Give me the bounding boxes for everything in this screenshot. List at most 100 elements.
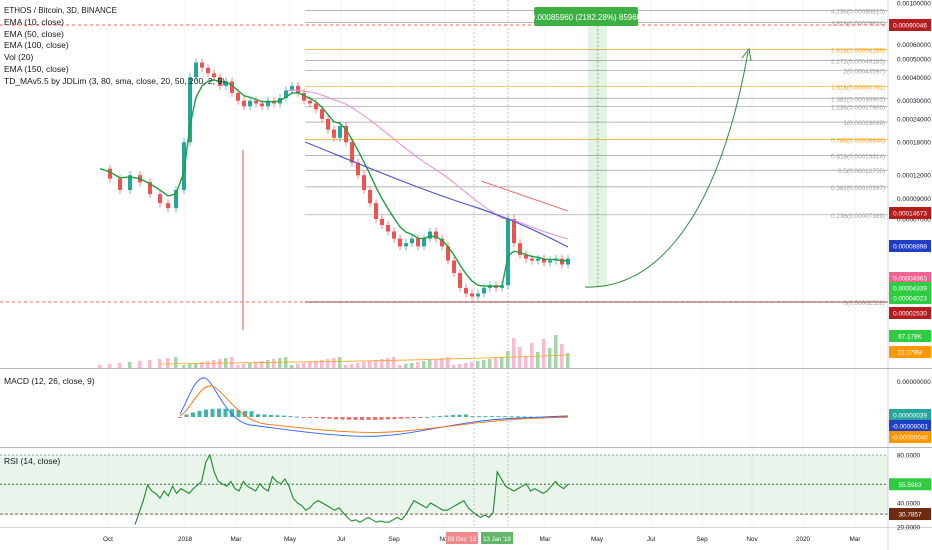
volume-bar	[458, 364, 462, 368]
time-tick-label: 2018	[178, 536, 193, 543]
macd-histogram-bar	[405, 417, 410, 419]
volume-bar	[278, 358, 282, 368]
price-candle	[392, 231, 396, 239]
indicator-vol[interactable]: Vol (20)	[4, 52, 225, 64]
rsi-title[interactable]: RSI (14, close)	[4, 456, 60, 466]
price-tick-label: 0.00009000	[897, 196, 931, 203]
price-tick-label: 0.00030000	[897, 98, 931, 105]
price-candle	[108, 168, 112, 179]
macd-histogram-bar	[191, 412, 195, 417]
symbol-title[interactable]: ETHOS / Bitcoin, 3D, BINANCE	[4, 5, 225, 17]
macd-histogram-bar	[334, 417, 338, 420]
macd-histogram-bar	[308, 417, 312, 418]
measure-label-text: 0.00085960 (2182.28%) 85960	[531, 13, 642, 22]
indicator-ema10[interactable]: EMA (10, close)	[4, 17, 225, 29]
volume-bar	[148, 360, 152, 368]
volume-bar	[416, 362, 420, 368]
price-axis-badge: 0.00004963	[893, 276, 927, 283]
macd-histogram-bar	[301, 417, 306, 418]
volume-bar	[108, 364, 112, 368]
price-candle	[530, 258, 534, 261]
volume-bar	[174, 357, 178, 368]
volume-bar	[518, 347, 522, 368]
macd-histogram-bar	[490, 416, 494, 418]
macd-histogram-bar	[379, 417, 384, 420]
macd-title[interactable]: MACD (12, 26, close, 9)	[4, 376, 95, 386]
time-tick-label: 2020	[796, 536, 811, 543]
time-tick-label: Mar	[849, 536, 861, 543]
macd-histogram-bar	[483, 416, 488, 418]
indicator-ema100[interactable]: EMA (100, close)	[4, 40, 225, 52]
price-candle	[458, 273, 462, 288]
macd-histogram-bar	[503, 416, 507, 418]
price-axis-badge: 0.00090046	[893, 23, 927, 30]
macd-histogram-bar	[444, 415, 449, 417]
fib-level-label: 0.382(0.00010397)	[831, 185, 885, 192]
macd-histogram-bar	[178, 417, 182, 418]
price-candle	[158, 194, 162, 204]
price-candle	[422, 238, 426, 247]
macd-axis-badge: -0.00000001	[892, 424, 928, 431]
macd-histogram-bar	[418, 417, 423, 418]
volume-bar	[356, 363, 360, 368]
price-tick-label: 0.00024000	[897, 116, 931, 123]
macd-histogram-bar	[295, 416, 299, 418]
macd-histogram-bar	[392, 417, 397, 420]
macd-histogram-bar	[314, 417, 319, 419]
volume-bar	[536, 352, 540, 368]
volume-bar	[182, 365, 186, 368]
indicator-td-ma[interactable]: TD_MAv5.5 by JDLim (3, 80, sma, close, 2…	[4, 76, 225, 88]
macd-histogram-bar	[262, 414, 267, 417]
price-candle	[476, 293, 480, 297]
price-candle	[254, 100, 258, 104]
price-tick-label: 0.00060000	[897, 42, 931, 49]
indicator-ema50[interactable]: EMA (50, close)	[4, 29, 225, 41]
macd-histogram-bar	[509, 416, 514, 418]
volume-bar	[410, 363, 414, 368]
volume-bar	[344, 365, 348, 368]
macd-histogram-bar	[347, 417, 351, 420]
price-candle	[398, 238, 402, 247]
rsi-tick-label: 20.0000	[897, 525, 921, 532]
time-tick-label: May	[284, 536, 297, 543]
macd-histogram-bar	[282, 415, 286, 417]
price-candle	[350, 142, 354, 163]
macd-histogram-bar	[223, 408, 228, 417]
volume-bar	[554, 335, 558, 368]
fib-level-label: 4.236(0.00090810)	[831, 9, 885, 16]
price-candle	[326, 118, 330, 130]
price-candle	[470, 293, 474, 297]
chart-legend: ETHOS / Bitcoin, 3D, BINANCE EMA (10, cl…	[4, 5, 225, 88]
price-candle	[338, 125, 342, 138]
price-tick-label: 0.00012000	[897, 173, 931, 180]
time-tick-label: May	[591, 536, 604, 543]
fib-level-label: 1.236(0.00027906)	[831, 105, 885, 112]
volume-bar	[440, 358, 444, 368]
volume-bar	[524, 356, 528, 368]
fib-level-label: 1.382(0.00030903)	[831, 96, 885, 103]
fib-level-label: 0.618(0.00015314)	[831, 153, 885, 160]
volume-bar	[542, 339, 546, 368]
volume-bar	[266, 360, 270, 368]
price-candle	[362, 175, 366, 191]
date-badge-label: 09 Dec '18	[448, 537, 477, 543]
price-candle	[166, 203, 170, 209]
volume-bar	[338, 357, 342, 368]
time-tick-label: Mar	[539, 536, 551, 543]
volume-bar	[260, 361, 264, 368]
macd-histogram-bar	[438, 415, 442, 417]
price-candle	[242, 100, 246, 107]
price-tick-label: 0.00018000	[897, 140, 931, 147]
volume-bar	[368, 361, 372, 368]
volume-bar	[332, 358, 336, 368]
indicator-ema150[interactable]: EMA (150, close)	[4, 64, 225, 76]
volume-bar	[488, 359, 492, 368]
macd-histogram-bar	[477, 416, 481, 418]
macd-histogram-bar	[256, 414, 260, 417]
price-candle	[368, 190, 372, 204]
macd-histogram-bar	[321, 417, 325, 419]
price-candle	[296, 85, 300, 93]
price-candle	[452, 260, 456, 274]
macd-histogram-bar	[516, 416, 520, 418]
volume-bar	[350, 364, 354, 368]
